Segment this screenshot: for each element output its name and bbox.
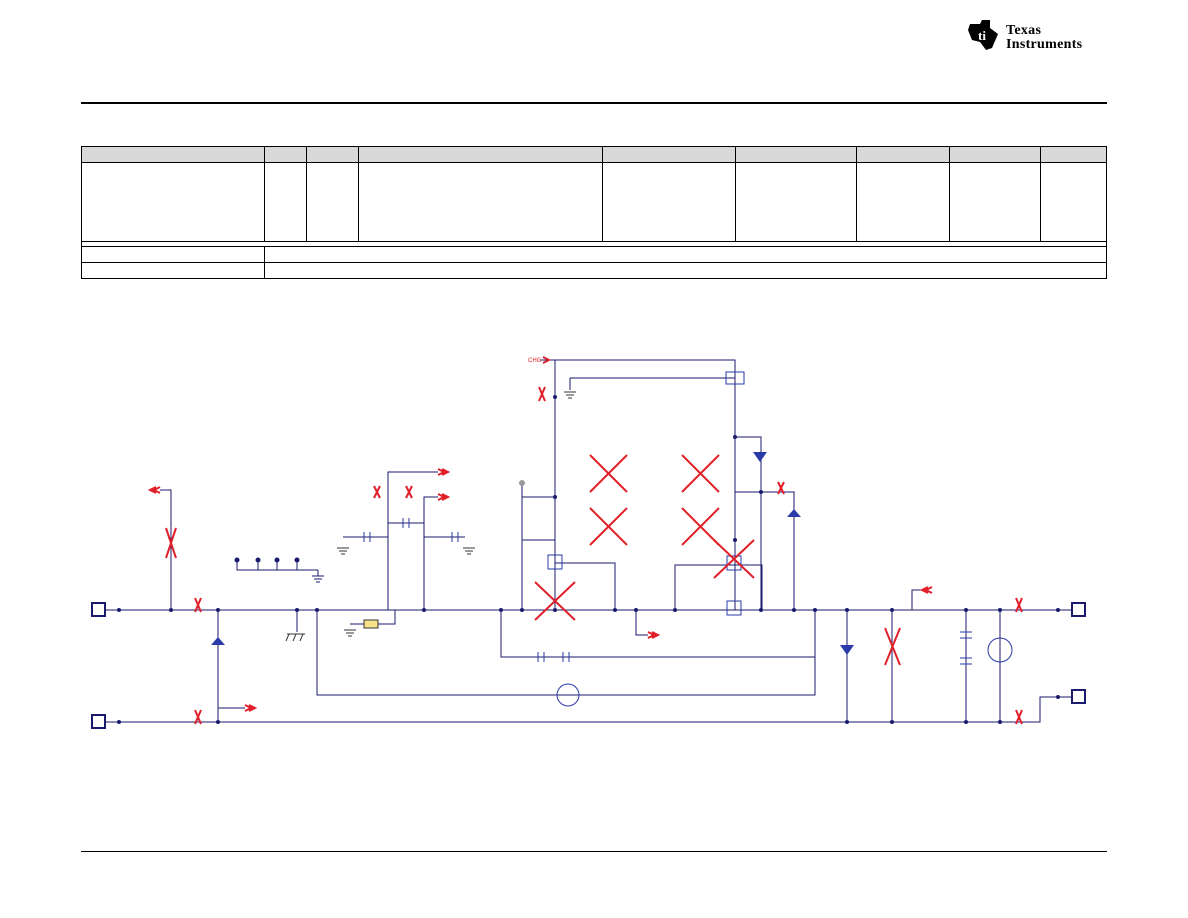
no-populate-marks [147, 356, 1023, 725]
fuse [363, 619, 379, 629]
wires [105, 359, 1072, 723]
net-label-chg: CHG [528, 358, 542, 364]
junction-dots [117, 395, 1060, 724]
schematic: CHG [91, 356, 1086, 729]
diodes [211, 452, 854, 655]
grounds [285, 391, 576, 642]
jumper-header [236, 560, 324, 583]
terminals [91, 602, 1086, 729]
page: ti Texas Instruments CHG [0, 0, 1188, 918]
test-point [519, 480, 525, 486]
footer-rule [81, 851, 1107, 852]
